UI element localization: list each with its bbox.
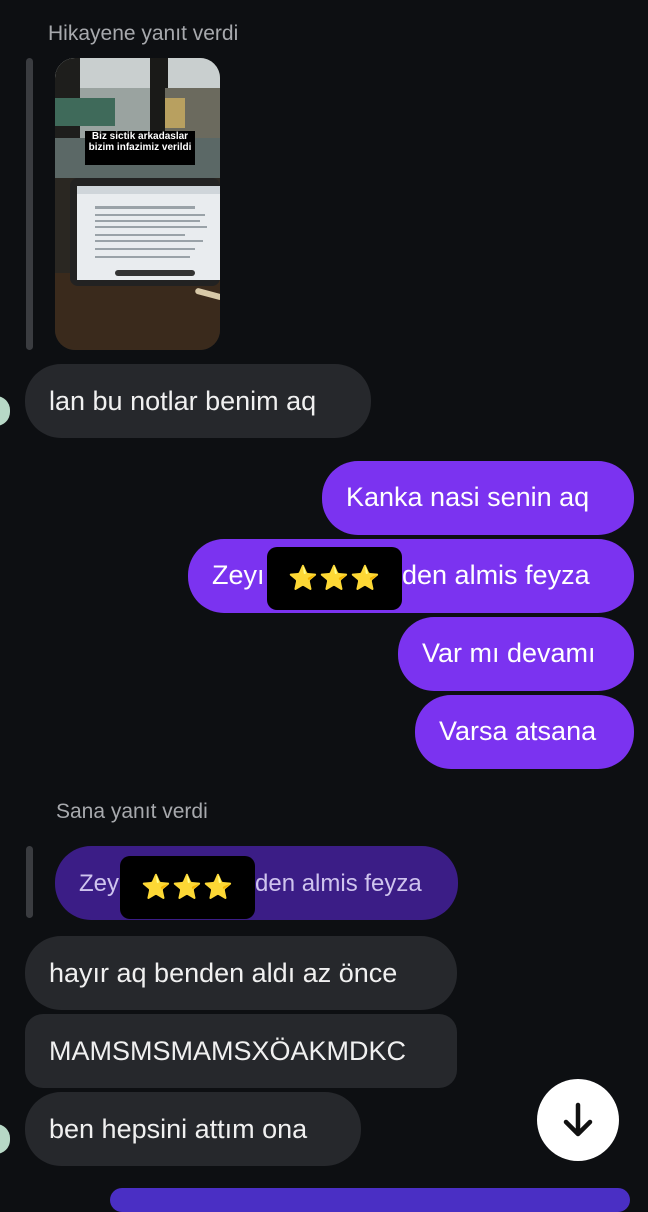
message-incoming[interactable]: lan bu notlar benim aq bbox=[25, 364, 371, 438]
message-outgoing[interactable]: Var mı devamı bbox=[398, 617, 634, 691]
story-image bbox=[55, 58, 220, 350]
quoted-text: den almis feyza bbox=[255, 870, 422, 897]
message-outgoing[interactable]: Varsa atsana bbox=[415, 695, 634, 769]
avatar[interactable] bbox=[0, 1124, 10, 1154]
message-outgoing[interactable]: Kanka nasi senin aq bbox=[322, 461, 634, 535]
message-incoming[interactable]: hayır aq benden aldı az önce bbox=[25, 936, 457, 1010]
story-caption: Biz sictik arkadaslar bizim infazimiz ve… bbox=[88, 131, 192, 153]
arrow-down-icon bbox=[563, 1102, 593, 1137]
quoted-text: Zey bbox=[79, 870, 120, 897]
message-incoming[interactable]: MAMSMSMAMSXÖAKMDKC bbox=[25, 1014, 457, 1088]
story-thumbnail[interactable]: Biz sictik arkadaslar bizim infazimiz ve… bbox=[55, 58, 220, 350]
quoted-message[interactable]: Zey den almis feyza ⭐⭐⭐ bbox=[55, 846, 458, 920]
message-outgoing[interactable]: Zeyı den almis feyza ⭐⭐⭐ bbox=[188, 539, 634, 613]
avatar[interactable] bbox=[0, 396, 10, 426]
story-reply-label: Hikayene yanıt verdi bbox=[48, 22, 239, 45]
redaction-box: ⭐⭐⭐ bbox=[267, 547, 402, 610]
message-outgoing-partial bbox=[110, 1188, 630, 1212]
message-incoming[interactable]: ben hepsini attım ona bbox=[25, 1092, 361, 1166]
quote-bar bbox=[26, 846, 33, 918]
redaction-box: ⭐⭐⭐ bbox=[120, 856, 255, 919]
scroll-down-button[interactable] bbox=[537, 1079, 619, 1161]
message-text: Zeyı bbox=[212, 560, 265, 590]
message-text: den almis feyza bbox=[402, 560, 590, 590]
quote-bar bbox=[26, 58, 33, 350]
reply-label: Sana yanıt verdi bbox=[56, 800, 208, 823]
